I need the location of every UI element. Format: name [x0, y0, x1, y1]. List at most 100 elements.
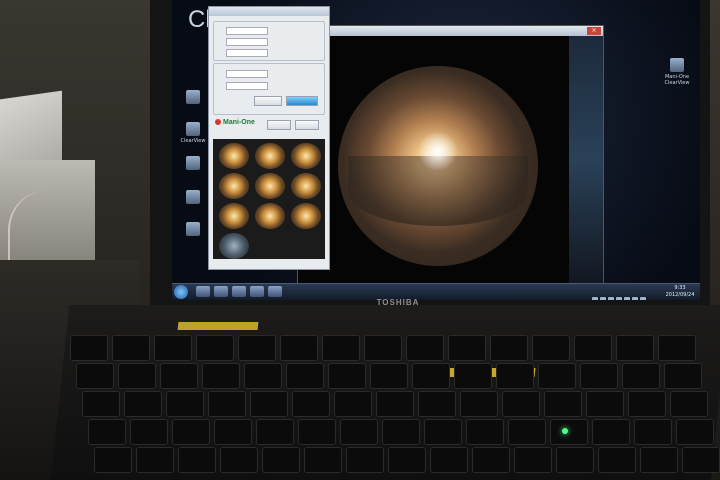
desktop-icon-4[interactable]	[178, 190, 208, 206]
keyboard-key[interactable]	[508, 419, 546, 445]
keyboard-key[interactable]	[406, 335, 444, 361]
thumbnail-eye[interactable]	[219, 203, 249, 229]
keyboard-key[interactable]	[676, 419, 714, 445]
taskbar-item[interactable]	[268, 286, 282, 297]
keyboard-key[interactable]	[154, 335, 192, 361]
keyboard-key[interactable]	[286, 363, 324, 389]
keyboard-key[interactable]	[166, 391, 204, 417]
keyboard-key[interactable]	[574, 335, 612, 361]
keyboard-key[interactable]	[580, 363, 618, 389]
start-button[interactable]	[174, 285, 188, 299]
keyboard-key[interactable]	[628, 391, 666, 417]
keyboard-key[interactable]	[88, 419, 126, 445]
keyboard-key[interactable]	[256, 419, 294, 445]
keyboard-key[interactable]	[598, 447, 636, 473]
thumbnail-eye[interactable]	[219, 233, 249, 259]
thumbnail-eye[interactable]	[255, 203, 285, 229]
info-value[interactable]	[226, 38, 268, 46]
image-viewer-window[interactable]: ×	[297, 25, 604, 287]
thumbnail-eye[interactable]	[255, 143, 285, 169]
taskbar-item[interactable]	[250, 286, 264, 297]
tray-icon[interactable]	[592, 297, 598, 300]
keyboard-key[interactable]	[622, 363, 660, 389]
keyboard-key[interactable]	[340, 419, 378, 445]
keyboard-key[interactable]	[82, 391, 120, 417]
keyboard-key[interactable]	[196, 335, 234, 361]
keyboard-key[interactable]	[388, 447, 426, 473]
desktop-icon-clearview[interactable]: ClearView	[178, 122, 208, 144]
keyboard-key[interactable]	[556, 447, 594, 473]
keyboard-key[interactable]	[292, 391, 330, 417]
keyboard-key[interactable]	[496, 363, 534, 389]
keyboard-key[interactable]	[238, 335, 276, 361]
keyboard-key[interactable]	[502, 391, 540, 417]
keyboard-key[interactable]	[250, 391, 288, 417]
keyboard-key[interactable]	[328, 363, 366, 389]
keyboard-key[interactable]	[202, 363, 240, 389]
capture-button[interactable]	[286, 96, 318, 106]
keyboard-key[interactable]	[544, 391, 582, 417]
volume-icon[interactable]	[632, 297, 638, 300]
keyboard-key[interactable]	[376, 391, 414, 417]
keyboard-key[interactable]	[370, 363, 408, 389]
keyboard-key[interactable]	[532, 335, 570, 361]
keyboard-key[interactable]	[136, 447, 174, 473]
panel-button[interactable]	[254, 96, 282, 106]
panel-button[interactable]	[295, 120, 319, 130]
tray-icon[interactable]	[600, 297, 606, 300]
info-value[interactable]	[226, 49, 268, 57]
thumbnail-eye[interactable]	[219, 143, 249, 169]
keyboard-key[interactable]	[244, 363, 282, 389]
desktop-icon-5[interactable]	[178, 222, 208, 238]
keyboard-key[interactable]	[418, 391, 456, 417]
keyboard-key[interactable]	[670, 391, 708, 417]
keyboard-key[interactable]	[424, 419, 462, 445]
keyboard-key[interactable]	[490, 335, 528, 361]
thumbnail-eye[interactable]	[255, 173, 285, 199]
keyboard-key[interactable]	[178, 447, 216, 473]
keyboard-key[interactable]	[130, 419, 168, 445]
keyboard-key[interactable]	[448, 335, 486, 361]
thumbnail-eye[interactable]	[291, 203, 321, 229]
keyboard-key[interactable]	[454, 363, 492, 389]
keyboard-key[interactable]	[586, 391, 624, 417]
keyboard-key[interactable]	[172, 419, 210, 445]
setting-dropdown[interactable]	[226, 82, 268, 90]
keyboard-key[interactable]	[538, 363, 576, 389]
keyboard-key[interactable]	[280, 335, 318, 361]
keyboard-key[interactable]	[430, 447, 468, 473]
taskbar-item[interactable]	[196, 286, 210, 297]
tray-icon[interactable]	[608, 297, 614, 300]
panel-title-bar[interactable]	[209, 7, 329, 16]
keyboard-key[interactable]	[514, 447, 552, 473]
keyboard-key[interactable]	[682, 447, 720, 473]
keyboard-key[interactable]	[70, 335, 108, 361]
desktop-icon-1[interactable]	[178, 90, 208, 106]
keyboard-key[interactable]	[412, 363, 450, 389]
keyboard-key[interactable]	[460, 391, 498, 417]
keyboard-key[interactable]	[322, 335, 360, 361]
keyboard-key[interactable]	[220, 447, 258, 473]
thumbnail-eye[interactable]	[291, 143, 321, 169]
keyboard-key[interactable]	[592, 419, 630, 445]
keyboard-key[interactable]	[160, 363, 198, 389]
keyboard-key[interactable]	[658, 335, 696, 361]
keyboard-key[interactable]	[304, 447, 342, 473]
close-button[interactable]: ×	[587, 27, 601, 35]
keyboard-key[interactable]	[466, 419, 504, 445]
control-panel[interactable]: Mani-One	[208, 6, 330, 270]
keyboard-key[interactable]	[124, 391, 162, 417]
keyboard-key[interactable]	[346, 447, 384, 473]
keyboard-key[interactable]	[472, 447, 510, 473]
tray-icon[interactable]	[616, 297, 622, 300]
viewer-title-bar[interactable]	[298, 26, 603, 36]
thumbnail-eye[interactable]	[219, 173, 249, 199]
keyboard-key[interactable]	[76, 363, 114, 389]
setting-dropdown[interactable]	[226, 70, 268, 78]
keyboard-key[interactable]	[112, 335, 150, 361]
keyboard-key[interactable]	[262, 447, 300, 473]
desktop-icon-3[interactable]	[178, 156, 208, 172]
keyboard-key[interactable]	[364, 335, 402, 361]
keyboard-key[interactable]	[616, 335, 654, 361]
keyboard-key[interactable]	[208, 391, 246, 417]
